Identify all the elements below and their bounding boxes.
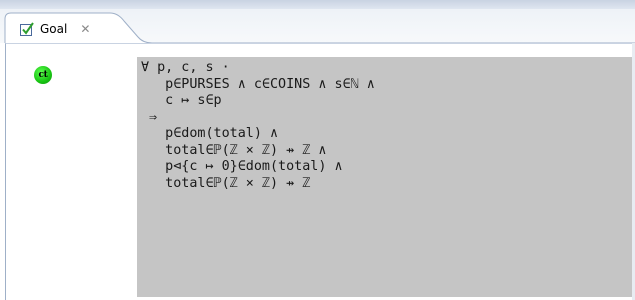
tab-goal-label: Goal [40, 22, 68, 36]
tab-close-icon[interactable]: ✕ [80, 22, 90, 36]
window-top-strip [0, 0, 635, 9]
goal-line: total∈ℙ(ℤ × ℤ) ⇸ ℤ [141, 175, 311, 191]
goal-line: c ↦ s∈p [141, 93, 222, 108]
goal-formula[interactable]: ∀ p, c, s · p∈PURSES ∧ c∈COINS ∧ s∈ℕ ∧ c… [141, 60, 375, 192]
goal-line: ⇒ [141, 109, 158, 125]
status-badge[interactable]: ct [34, 66, 52, 84]
goal-line: p∈dom(total) ∧ [141, 126, 279, 141]
tab-outline [4, 12, 635, 43]
tab-goal[interactable]: Goal ✕ [7, 16, 90, 42]
tab-bar: Goal ✕ [0, 9, 635, 43]
goal-line: p∈PURSES ∧ c∈COINS ∧ s∈ℕ ∧ [141, 76, 375, 92]
goal-checkbox-icon [20, 22, 34, 36]
goal-line: ∀ p, c, s · [141, 60, 230, 75]
goal-line: total∈ℙ(ℤ × ℤ) ⇸ ℤ ∧ [141, 142, 327, 158]
goal-line: p⊲{c ↦ 0}∈dom(total) ∧ [141, 159, 343, 174]
